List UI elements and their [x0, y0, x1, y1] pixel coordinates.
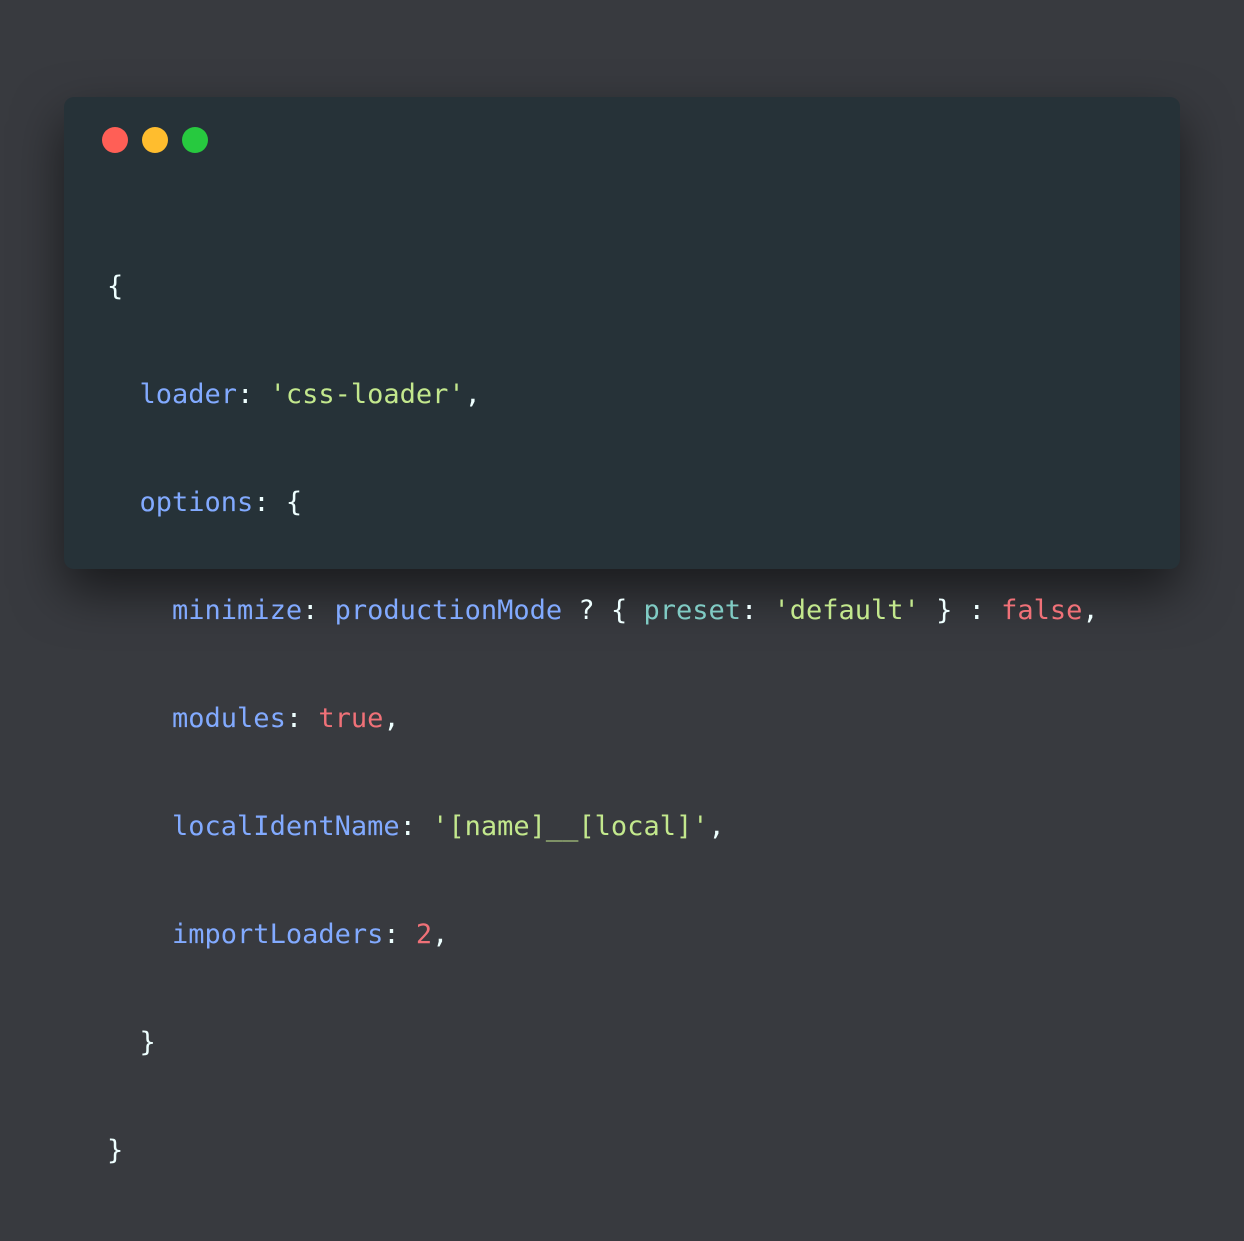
code-line-1: {: [107, 269, 1099, 305]
window-controls: [102, 127, 208, 153]
close-button[interactable]: [102, 127, 128, 153]
minimize-button[interactable]: [142, 127, 168, 153]
code-line-7: importLoaders: 2,: [172, 919, 449, 950]
code-line-2: loader: 'css-loader',: [139, 379, 481, 410]
close-options-brace: }: [139, 1027, 156, 1058]
zoom-button[interactable]: [182, 127, 208, 153]
loader-key: loader: [139, 379, 238, 410]
open-brace: {: [107, 271, 124, 302]
code-line-4: minimize: productionMode ? { preset: 'de…: [172, 595, 1099, 626]
modules-key: modules: [172, 703, 286, 734]
preset-key: preset: [643, 595, 741, 626]
close-brace: }: [107, 1135, 124, 1166]
importloaders-key: importLoaders: [172, 919, 384, 950]
minimize-condition: productionMode: [334, 595, 563, 626]
minimize-else-value: false: [1001, 595, 1083, 626]
loader-value: 'css-loader': [269, 379, 465, 410]
options-key: options: [139, 487, 254, 518]
code-block: { loader: 'css-loader', options: { minim…: [107, 197, 1099, 1241]
localidentname-value: '[name]__[local]': [432, 811, 709, 842]
code-line-3: options: {: [139, 487, 303, 518]
code-line-5: modules: true,: [172, 703, 400, 734]
code-line-6: localIdentName: '[name]__[local]',: [172, 811, 725, 842]
minimize-key: minimize: [172, 595, 303, 626]
localidentname-key: localIdentName: [172, 811, 400, 842]
importloaders-value: 2: [415, 919, 433, 950]
preset-value: 'default': [773, 595, 920, 626]
code-line-9: }: [107, 1133, 1099, 1169]
code-line-8: }: [107, 1025, 1099, 1061]
modules-value: true: [318, 703, 384, 734]
code-window: { loader: 'css-loader', options: { minim…: [64, 97, 1180, 1166]
